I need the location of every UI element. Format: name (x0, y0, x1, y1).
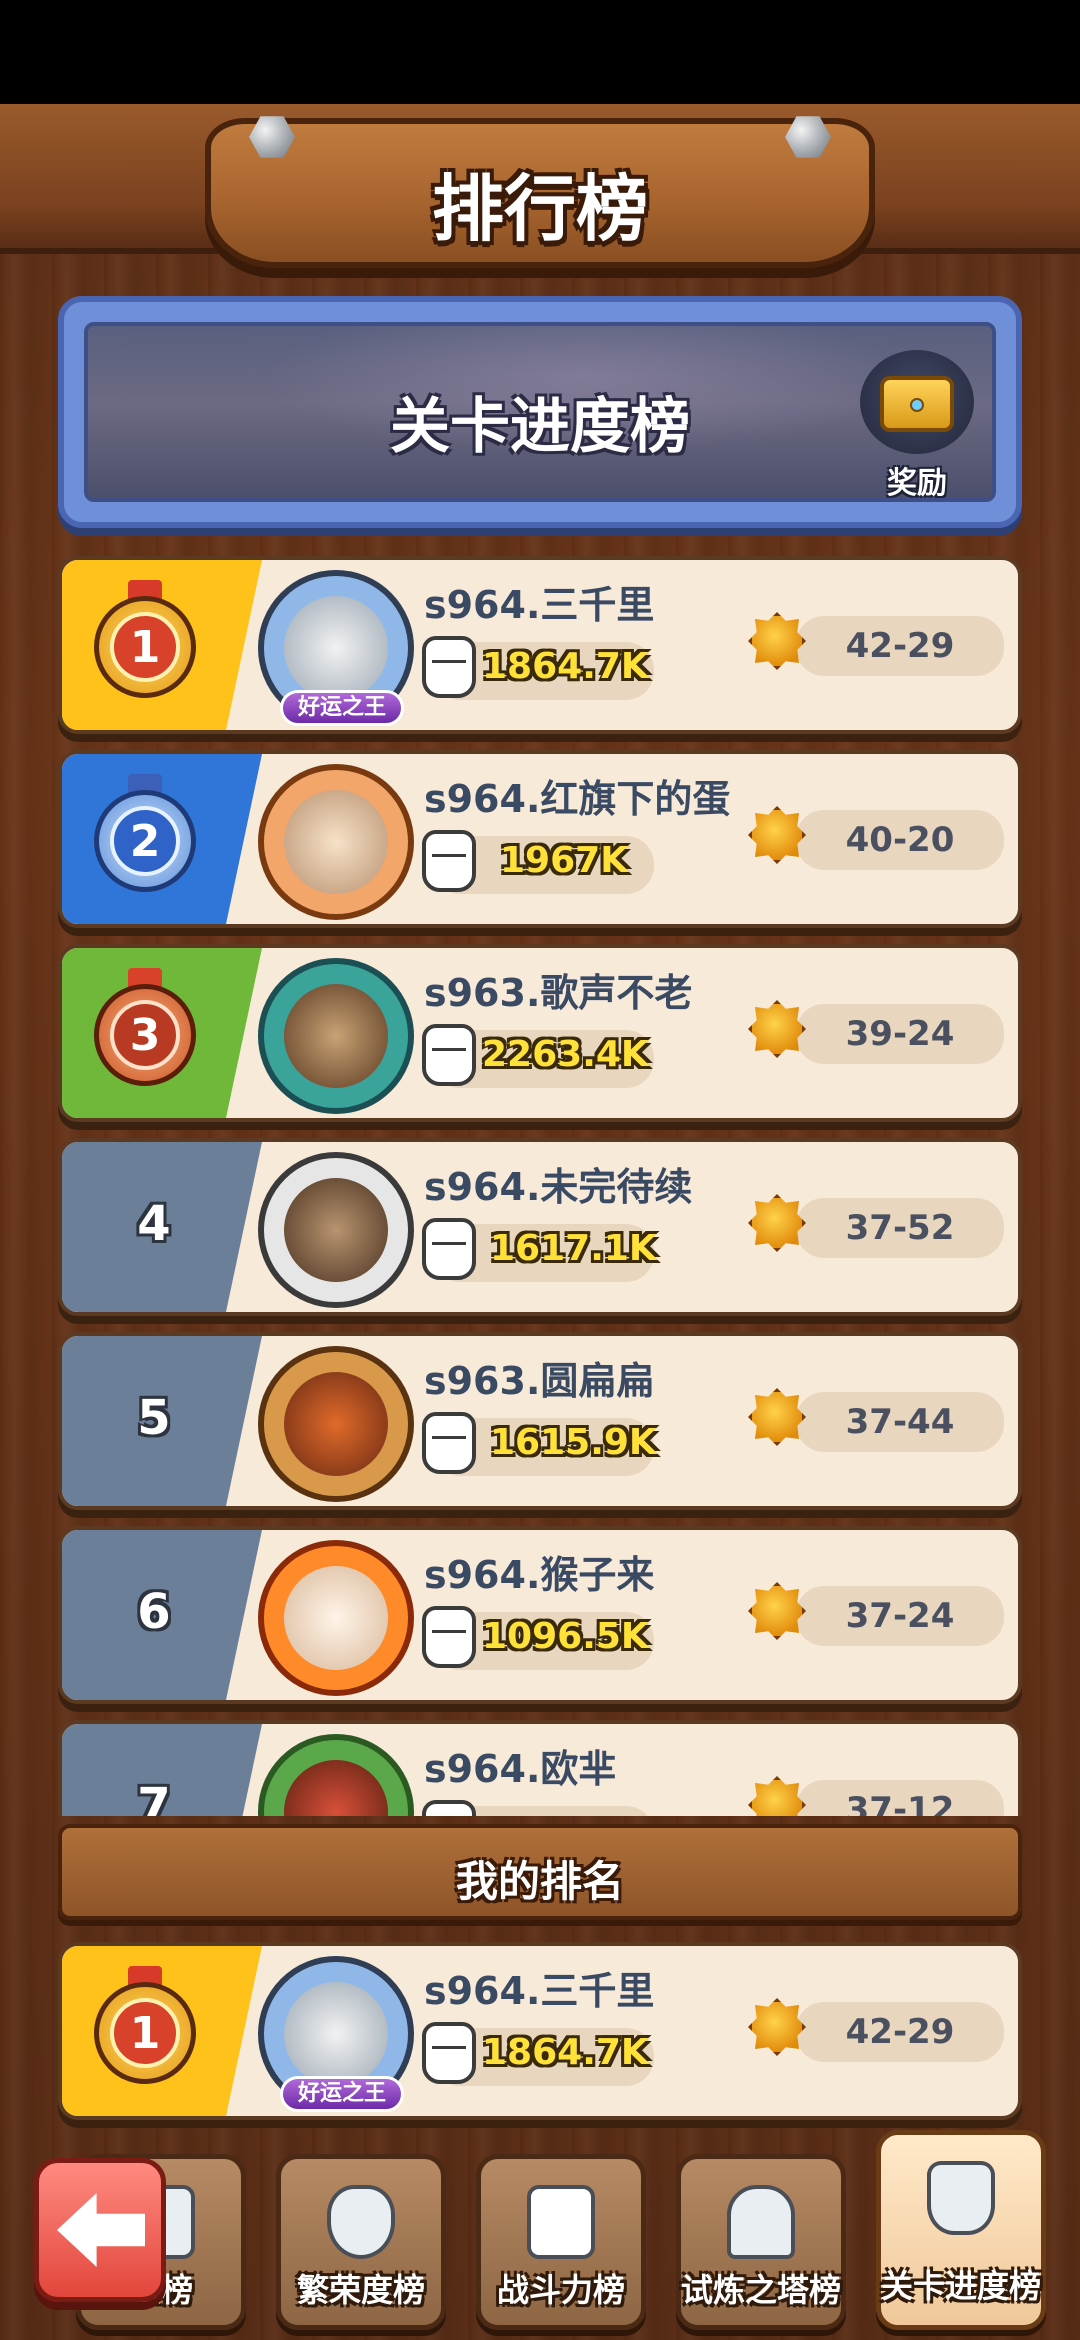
medal-number: 3 (110, 1000, 180, 1070)
my-rank-header: 我的排名 (58, 1824, 1022, 1920)
power-value: 1864.7K (482, 2032, 649, 2073)
rank-number: 7 (137, 1778, 171, 1816)
skull-hero-portrait (284, 1982, 388, 2086)
ranking-row-4[interactable]: 4 s964.未完待续 1617.1K 37-52 (58, 1138, 1022, 1316)
fist-icon (422, 830, 476, 892)
my-rank-title: 我的排名 (455, 1857, 624, 1906)
stage-value: 37-44 (845, 1402, 955, 1442)
ranking-row-7[interactable]: 7 s964.欧芈 37-12 (58, 1720, 1022, 1816)
fire-hero-portrait (284, 1566, 388, 1670)
status-bar (0, 0, 1080, 104)
power-value: 2263.4K (482, 1034, 649, 1075)
avatar-title-badge: 好运之王 (280, 690, 404, 726)
fist-icon (422, 1606, 476, 1668)
fist-icon (422, 1218, 476, 1280)
bronze-medal-icon: 3 (90, 968, 200, 1098)
monkey-hero-portrait (284, 984, 388, 1088)
player-name: s964.三千里 (424, 1969, 655, 2013)
avatar[interactable] (258, 1734, 414, 1816)
fist-icon (422, 1412, 476, 1474)
power-value: 1615.9K (490, 1422, 657, 1463)
page-title: 排行榜 (431, 167, 648, 251)
player-name: s963.歌声不老 (424, 971, 693, 1015)
tower-icon (727, 2185, 795, 2259)
fist-icon (527, 2185, 595, 2259)
my-rank-row[interactable]: 1 好运之王 s964.三千里 1864.7K 42-29 (58, 1942, 1022, 2120)
tab-stage-progress-ranking[interactable]: 关卡进度榜 (876, 2130, 1046, 2330)
medal-number: 2 (110, 806, 180, 876)
avatar[interactable] (258, 764, 414, 920)
armored-hero-portrait (284, 1372, 388, 1476)
ranking-row-6[interactable]: 6 s964.猴子来 1096.5K 37-24 (58, 1526, 1022, 1704)
stage-value: 42-29 (845, 626, 955, 666)
player-name: s963.圆扁扁 (424, 1359, 655, 1403)
reward-label: 奖励 (887, 466, 947, 501)
back-arrow-icon (57, 2193, 145, 2267)
tab-label: 战斗力榜 (496, 2271, 625, 2309)
back-button[interactable] (34, 2158, 166, 2302)
stage-value: 39-24 (845, 1014, 955, 1054)
gold-medal-icon: 1 (90, 580, 200, 710)
crown-shield-icon (927, 2161, 995, 2235)
castle-shield-icon (327, 2185, 395, 2259)
rank-number: 5 (137, 1390, 171, 1446)
stage-value: 40-20 (845, 820, 955, 860)
avatar[interactable]: 好运之王 (258, 1956, 414, 2112)
avatar[interactable]: 好运之王 (258, 570, 414, 726)
avatar[interactable] (258, 1540, 414, 1696)
tab-trial-tower-ranking[interactable]: 试炼之塔榜 (676, 2154, 846, 2330)
goblin-hero-portrait (284, 1760, 388, 1816)
player-name: s964.未完待续 (424, 1165, 693, 1209)
stage-value: 37-52 (845, 1208, 955, 1248)
medal-number: 1 (110, 1998, 180, 2068)
stage-value: 42-29 (845, 2012, 955, 2052)
player-name: s964.红旗下的蛋 (424, 777, 731, 821)
ranking-row-3[interactable]: 3 s963.歌声不老 2263.4K 39-24 (58, 944, 1022, 1122)
tab-label: 试炼之塔榜 (680, 2271, 841, 2309)
tab-label: 繁荣度榜 (296, 2271, 425, 2309)
player-name: s964.欧芈 (424, 1747, 617, 1791)
fist-icon (422, 2022, 476, 2084)
stage-value: 37-24 (845, 1596, 955, 1636)
tab-power-ranking[interactable]: 战斗力榜 (476, 2154, 646, 2330)
power-value: 1967K (500, 840, 629, 881)
avatar[interactable] (258, 958, 414, 1114)
skull-hero-portrait (284, 596, 388, 700)
tiger-hero-portrait (284, 790, 388, 894)
chest-body (880, 376, 954, 432)
avatar[interactable] (258, 1346, 414, 1502)
power-value: 1096.5K (482, 1616, 649, 1657)
tab-label: 关卡进度榜 (880, 2267, 1041, 2305)
tab-prosperity-ranking[interactable]: 繁荣度榜 (276, 2154, 446, 2330)
ranking-row-2[interactable]: 2 s964.红旗下的蛋 1967K 40-20 (58, 750, 1022, 928)
player-name: s964.猴子来 (424, 1553, 655, 1597)
medal-number: 1 (110, 612, 180, 682)
gold-medal-icon: 1 (90, 1966, 200, 2096)
power-value: 1864.7K (482, 646, 649, 687)
rank-number: 6 (137, 1584, 171, 1640)
avatar[interactable] (258, 1152, 414, 1308)
fist-icon (422, 1024, 476, 1086)
reward-button[interactable]: 奖励 (852, 340, 982, 501)
stage-value: 37-12 (845, 1790, 955, 1816)
silver-medal-icon: 2 (90, 774, 200, 904)
treasure-chest-icon (860, 350, 974, 454)
fist-icon (422, 636, 476, 698)
monkey-hero-portrait (284, 1178, 388, 1282)
chest-lock (910, 398, 924, 412)
ranking-row-1[interactable]: 1 好运之王 s964.三千里 1864.7K 42-29 (58, 556, 1022, 734)
avatar-title-badge: 好运之王 (280, 2076, 404, 2112)
player-name: s964.三千里 (424, 583, 655, 627)
ranking-row-5[interactable]: 5 s963.圆扁扁 1615.9K 37-44 (58, 1332, 1022, 1510)
ranking-list[interactable]: 1 好运之王 s964.三千里 1864.7K 42-29 2 s964.红旗下… (58, 556, 1022, 1816)
power-value: 1617.1K (490, 1228, 657, 1269)
fist-icon (422, 1800, 476, 1816)
rank-number: 4 (137, 1196, 171, 1252)
